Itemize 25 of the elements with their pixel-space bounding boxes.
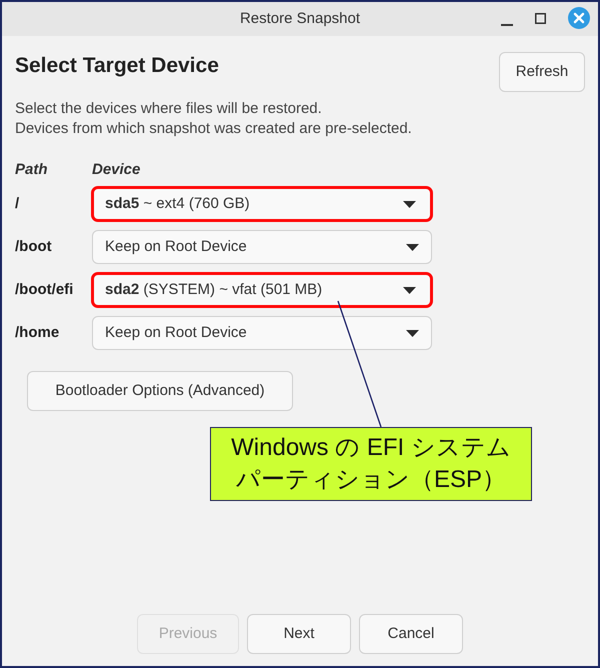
description-text: Select the devices where files will be restored. [15, 99, 323, 119]
callout-note: Windows の EFI システム パーティション（ESP） [210, 427, 532, 501]
dropdown-caret-icon [403, 286, 416, 294]
dialog-button[interactable]: Next [247, 614, 351, 654]
column-header: Device [92, 160, 140, 180]
device-dropdown[interactable]: Keep on Root Device [92, 230, 432, 264]
dropdown-caret-icon [403, 200, 416, 208]
device-dropdown[interactable]: Keep on Root Device [92, 316, 432, 350]
dialog-button[interactable]: Cancel [359, 614, 463, 654]
dropdown-caret-icon [406, 330, 419, 336]
refresh-button[interactable]: Refresh [499, 52, 585, 92]
path-label: /boot [15, 236, 53, 257]
window-title: Restore Snapshot [240, 8, 360, 29]
description-text: Devices from which snapshot was created are pre-selected. [15, 119, 413, 139]
dropdown-caret-icon [406, 244, 419, 250]
path-label: /home [15, 322, 60, 343]
bootloader-options-button[interactable]: Bootloader Options (Advanced) [27, 371, 293, 411]
page-heading: Select Target Device [15, 53, 219, 79]
path-label: / [15, 194, 20, 214]
device-dropdown[interactable]: sda2 (SYSTEM) ~ vfat (501 MB) [91, 272, 433, 308]
maximize-icon[interactable] [535, 12, 546, 24]
column-header: Path [15, 160, 49, 180]
device-dropdown[interactable]: sda5 ~ ext4 (760 GB) [91, 186, 433, 222]
close-icon[interactable] [568, 7, 590, 29]
path-label: /boot/efi [15, 280, 74, 300]
